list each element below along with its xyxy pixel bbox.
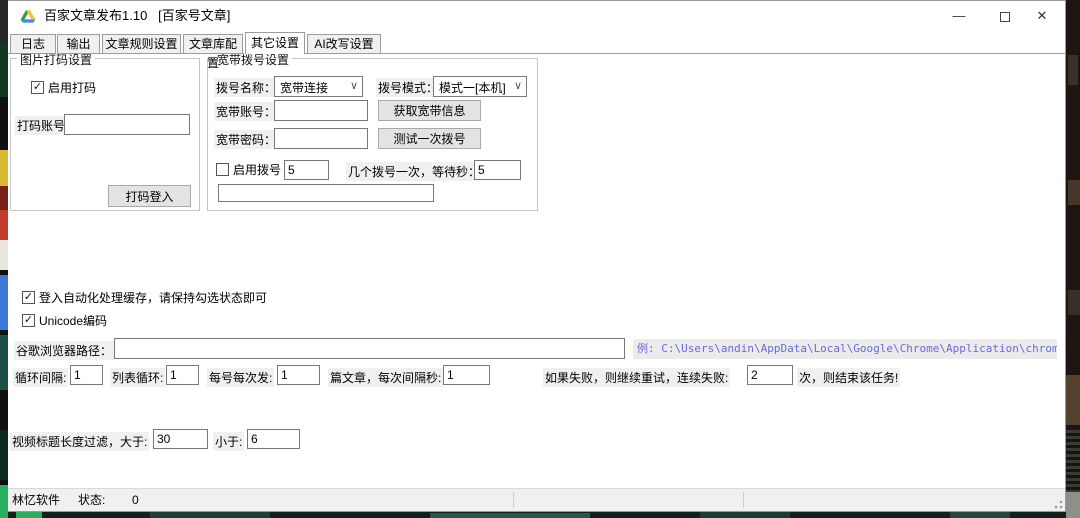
minimize-button[interactable]: — <box>936 1 982 31</box>
tab-article-library[interactable]: 文章库配置 <box>183 34 243 54</box>
desktop-fragment <box>0 0 8 42</box>
window-title: 百家文章发布1.10 [百家号文章] <box>44 1 230 31</box>
fail-retry-label: 如果失败，则继续重试，连续失败: <box>543 368 730 387</box>
dial-name-select[interactable]: 宽带连接 ∨ <box>274 76 363 97</box>
fail-suffix-label: 次，则结束该任务! <box>797 368 900 387</box>
checkbox-icon[interactable]: ✓ <box>22 314 35 327</box>
checkbox-icon[interactable]: ✓ <box>22 291 35 304</box>
dial-wait-input[interactable] <box>474 160 521 180</box>
cache-label: 登入自动化处理缓存，请保持勾选状态即可 <box>39 289 267 306</box>
tab-output[interactable]: 输出 <box>57 34 100 54</box>
article-gap-label: 篇文章，每次间隔秒: <box>328 368 443 387</box>
desktop-fragment <box>0 275 8 330</box>
list-loop-label: 列表循环: <box>110 368 165 387</box>
per-account-label: 每号每次发: <box>207 368 274 387</box>
chrome-path-input[interactable] <box>114 338 625 359</box>
desktop-fragment <box>0 186 8 210</box>
app-icon <box>20 8 36 24</box>
chevron-down-icon: ∨ <box>350 79 358 92</box>
fail-count-input[interactable] <box>747 365 793 385</box>
loop-interval-label: 循环间隔: <box>13 368 68 387</box>
test-dial-button[interactable]: 测试一次拨号 <box>378 128 481 149</box>
chrome-path-label: 谷歌浏览器路径： <box>14 341 114 360</box>
per-account-input[interactable] <box>277 365 320 385</box>
tab-log[interactable]: 日志 <box>10 34 56 54</box>
get-broadband-info-button[interactable]: 获取宽带信息 <box>378 100 481 121</box>
desktop-fragment <box>0 430 8 480</box>
video-filter-label: 视频标题长度过滤，大于: <box>10 432 149 451</box>
dial-mode-value: 模式一[本机] <box>439 81 506 95</box>
status-bar: 林忆软件 状态: 0 <box>8 488 1065 511</box>
desktop-fragment <box>700 512 790 518</box>
enable-dial-checkbox[interactable]: 启用拨号 <box>216 161 281 178</box>
captcha-settings-group: 图片打码设置 ✓ 启用打码 打码账号: 打码登入 <box>10 58 200 211</box>
status-label: 状态: <box>78 489 105 511</box>
desktop-fragment <box>0 335 8 390</box>
desktop-fragment <box>1068 290 1080 315</box>
dial-settings-group: 宽带拨号设置 拨号名称： 宽带连接 ∨ 拨号模式： 模式一[本机] ∨ 宽带账号… <box>207 58 538 211</box>
status-value: 0 <box>132 489 139 511</box>
checkbox-icon[interactable]: ✓ <box>31 81 44 94</box>
video-lt-label: 小于: <box>213 432 244 451</box>
broadband-password-input[interactable] <box>274 128 368 149</box>
broadband-password-label: 宽带密码： <box>214 130 278 149</box>
checkbox-icon[interactable] <box>216 163 229 176</box>
dial-mode-label: 拨号模式： <box>376 78 440 97</box>
resize-grip[interactable] <box>1052 498 1064 510</box>
desktop-fragment <box>1068 180 1080 205</box>
desktop-fragment <box>0 485 8 518</box>
broadband-account-input[interactable] <box>274 100 368 121</box>
desktop-fragment <box>0 240 8 270</box>
broadband-account-label: 宽带账号： <box>214 102 278 121</box>
chevron-down-icon: ∨ <box>514 79 522 92</box>
list-loop-input[interactable] <box>166 365 199 385</box>
enable-dial-label: 启用拨号 <box>233 161 281 178</box>
dial-wait-label: 几个拨号一次，等待秒： <box>346 162 482 181</box>
desktop-fragment <box>950 512 1010 518</box>
desktop-fragment <box>1068 55 1078 85</box>
status-separator <box>743 492 744 508</box>
tab-ai-rewrite[interactable]: AI改写设置 <box>307 34 381 54</box>
enable-captcha-label: 启用打码 <box>48 79 96 96</box>
dial-mode-select[interactable]: 模式一[本机] ∨ <box>433 76 527 97</box>
tab-other-settings[interactable]: 其它设置 <box>245 32 305 54</box>
dial-name-label: 拨号名称： <box>214 78 278 97</box>
status-separator <box>513 492 514 508</box>
chrome-path-hint: 例: C:\Users\andin\AppData\Local\Google\C… <box>633 339 1057 359</box>
desktop-fragment <box>1066 375 1080 425</box>
dial-count-input[interactable] <box>284 160 329 180</box>
enable-captcha-checkbox[interactable]: ✓ 启用打码 <box>31 79 96 96</box>
desktop-fragment <box>1066 430 1080 492</box>
unicode-label: Unicode编码 <box>39 312 107 329</box>
desktop-fragment <box>16 512 42 518</box>
dial-name-value: 宽带连接 <box>280 81 328 95</box>
desktop-fragment <box>0 42 8 97</box>
desktop-fragment <box>1066 492 1080 518</box>
unicode-checkbox[interactable]: ✓ Unicode编码 <box>22 312 107 329</box>
desktop-fragment <box>150 512 270 518</box>
tab-strip: 日志 输出 文章规则设置 文章库配置 其它设置 AI改写设置 <box>8 32 1065 54</box>
brand-label: 林忆软件 <box>12 489 60 511</box>
app-window: 百家文章发布1.10 [百家号文章] — ✕ 日志 输出 文章规则设置 文章库配… <box>8 0 1066 512</box>
close-button[interactable]: ✕ <box>1019 1 1065 31</box>
captcha-login-button[interactable]: 打码登入 <box>108 185 191 207</box>
cache-checkbox[interactable]: ✓ 登入自动化处理缓存，请保持勾选状态即可 <box>22 289 267 306</box>
article-gap-input[interactable] <box>443 365 490 385</box>
desktop-fragment <box>430 513 590 518</box>
captcha-account-label: 打码账号: <box>15 116 70 135</box>
title-bar[interactable]: 百家文章发布1.10 [百家号文章] — ✕ <box>8 1 1065 31</box>
dial-extra-input[interactable] <box>218 184 434 202</box>
loop-interval-input[interactable] <box>70 365 103 385</box>
maximize-icon <box>1000 12 1010 22</box>
desktop-fragment <box>0 210 8 240</box>
video-lt-input[interactable] <box>247 429 300 449</box>
tab-article-rules[interactable]: 文章规则设置 <box>102 34 181 54</box>
desktop-fragment <box>0 150 8 186</box>
captcha-account-input[interactable] <box>64 114 190 135</box>
video-gt-input[interactable] <box>153 429 208 449</box>
